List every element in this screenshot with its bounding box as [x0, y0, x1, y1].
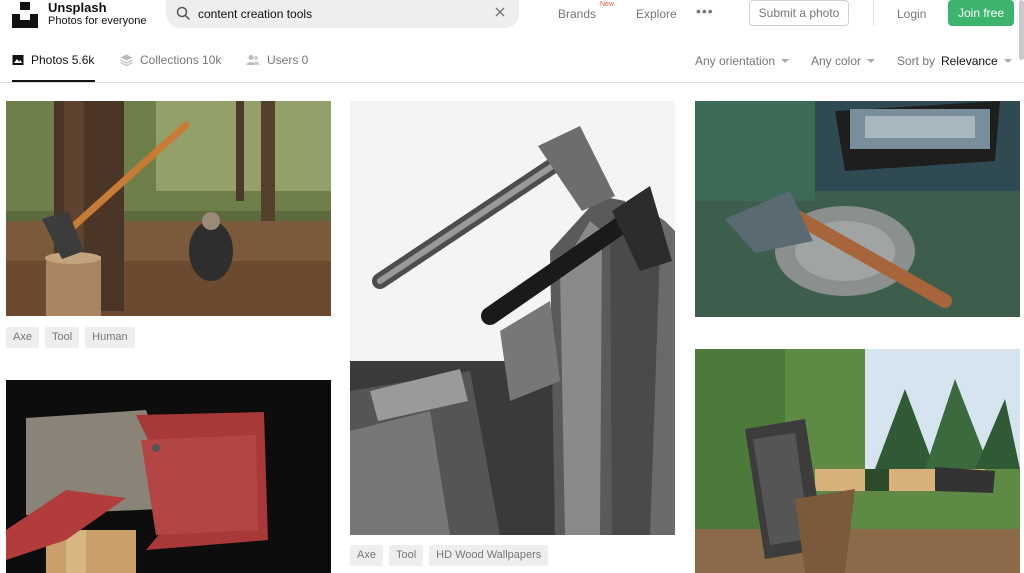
image-icon	[12, 55, 24, 65]
photo-axe-red-sheath-image	[6, 380, 331, 573]
top-header: Unsplash Photos for everyone content cre…	[0, 0, 1024, 60]
users-icon	[246, 55, 260, 65]
brand-name[interactable]: Unsplash	[48, 0, 107, 15]
color-filter[interactable]: Any color	[811, 54, 876, 68]
photo-axe-chopping-block-image	[695, 349, 1020, 573]
sort-prefix: Sort by	[897, 54, 936, 68]
tag-chip[interactable]: Human	[85, 327, 135, 348]
unsplash-logo-icon[interactable]	[12, 2, 38, 28]
chevron-down-icon	[1003, 59, 1012, 63]
nav-brands-link[interactable]: Brands	[558, 7, 596, 21]
search-input[interactable]: content creation tools	[198, 7, 312, 21]
tab-collections-label: Collections 10k	[140, 53, 222, 67]
page-scrollbar[interactable]	[1019, 0, 1024, 60]
tab-photos[interactable]: Photos 5.6k	[12, 53, 94, 67]
tag-chip[interactable]: Axe	[6, 327, 39, 348]
photo-1-tags: Axe Tool Human	[6, 327, 135, 348]
tab-users-label: Users 0	[267, 53, 309, 67]
sort-filter[interactable]: Sort by Relevance	[897, 54, 1012, 68]
photo-axe-grass-grill[interactable]	[695, 101, 1020, 317]
search-bar[interactable]: content creation tools	[166, 0, 519, 28]
tag-chip[interactable]: Tool	[388, 545, 424, 566]
header-divider	[873, 0, 874, 26]
sort-value: Relevance	[941, 54, 998, 68]
color-filter-label: Any color	[811, 54, 862, 68]
photo-axe-red-sheath[interactable]	[6, 380, 331, 573]
orientation-filter-label: Any orientation	[695, 54, 776, 68]
submit-photo-button[interactable]: Submit a photo	[749, 0, 849, 26]
more-menu-icon[interactable]: •••	[696, 3, 714, 19]
login-link[interactable]: Login	[897, 7, 926, 21]
nav-explore-link[interactable]: Explore	[636, 7, 677, 21]
photo-bw-axes-wood-image	[350, 101, 675, 535]
tab-collections[interactable]: Collections 10k	[120, 53, 221, 67]
photo-axe-in-forest[interactable]	[6, 101, 331, 316]
tab-photos-label: Photos 5.6k	[31, 53, 95, 67]
photo-axe-chopping-block[interactable]	[695, 349, 1020, 573]
orientation-filter[interactable]: Any orientation	[695, 54, 790, 68]
photo-axe-grass-grill-image	[695, 101, 1020, 317]
photo-bw-axes-wood[interactable]	[350, 101, 675, 535]
collections-icon	[120, 54, 133, 66]
photo-axe-in-forest-image	[6, 101, 331, 316]
photo-3-tags: Axe Tool HD Wood Wallpapers	[350, 545, 549, 566]
search-icon[interactable]	[175, 5, 191, 21]
chevron-down-icon	[867, 59, 876, 63]
join-free-button[interactable]: Join free	[948, 0, 1014, 26]
new-badge: New	[600, 1, 615, 8]
brand-tagline: Photos for everyone	[48, 15, 147, 27]
tab-users[interactable]: Users 0	[246, 53, 308, 67]
clear-search-icon[interactable]	[493, 5, 507, 19]
chevron-down-icon	[781, 59, 790, 63]
tabs-divider	[0, 82, 1024, 83]
tag-chip[interactable]: Tool	[44, 327, 80, 348]
tag-chip[interactable]: Axe	[350, 545, 383, 566]
tag-chip[interactable]: HD Wood Wallpapers	[429, 545, 549, 566]
